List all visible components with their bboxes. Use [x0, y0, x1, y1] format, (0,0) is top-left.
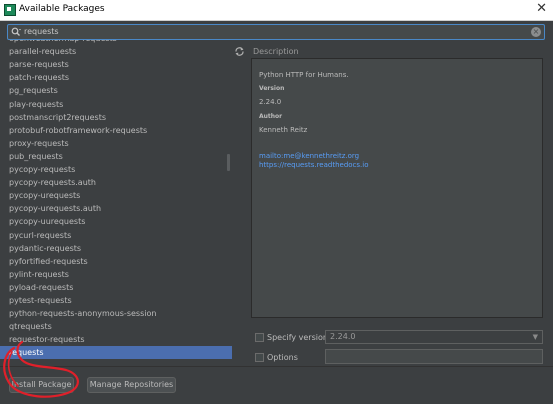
package-list-item[interactable]: parallel-requests [0, 45, 232, 58]
refresh-icon[interactable] [234, 46, 245, 57]
package-list-item[interactable]: pycopy-requests.auth [0, 176, 232, 189]
description-panel: Python HTTP for Humans. Version 2.24.0 A… [251, 58, 543, 318]
description-label: Description [253, 47, 299, 56]
package-list-item[interactable]: postmanscript2requests [0, 111, 232, 124]
package-list-item[interactable]: pycurl-requests [0, 229, 232, 242]
close-icon[interactable]: ✕ [536, 2, 547, 16]
package-list-item[interactable]: pycopy-uurequests [0, 215, 232, 228]
version-heading: Version [259, 85, 285, 92]
package-list-item[interactable]: pycopy-urequests.auth [0, 202, 232, 215]
package-list-item[interactable]: pycopy-requests [0, 163, 232, 176]
package-list-item[interactable]: play-requests [0, 98, 232, 111]
package-list-item[interactable]: pycopy-urequests [0, 189, 232, 202]
chevron-down-icon: ▼ [532, 333, 538, 341]
manage-repositories-button[interactable]: Manage Repositories [87, 377, 176, 393]
title-bar: Available Packages ✕ [0, 0, 553, 21]
package-list-item[interactable]: pyfortified-requests [0, 255, 232, 268]
version-select-value: 2.24.0 [330, 332, 356, 341]
specify-version-label: Specify version [267, 333, 328, 342]
package-list-item[interactable]: patch-requests [0, 71, 232, 84]
install-package-button[interactable]: Install Package [9, 377, 74, 393]
package-list-item[interactable]: qtrequests [0, 320, 232, 333]
package-list-item[interactable]: pytest-requests [0, 294, 232, 307]
package-list-item[interactable]: python-requests-anonymous-session [0, 307, 232, 320]
search-field[interactable]: × [7, 24, 545, 40]
package-list-item[interactable]: protobuf-robotframework-requests [0, 124, 232, 137]
package-list-item[interactable]: pydantic-requests [0, 242, 232, 255]
list-scrollbar-thumb[interactable] [227, 154, 230, 171]
window-title: Available Packages [19, 4, 105, 14]
options-checkbox[interactable] [255, 353, 264, 362]
package-list-item[interactable]: requestor-requests [0, 333, 232, 346]
version-select[interactable]: 2.24.0 ▼ [325, 330, 543, 344]
package-version: 2.24.0 [259, 98, 282, 106]
package-list[interactable]: openweathermap-requestsparallel-requests… [0, 40, 232, 366]
package-summary: Python HTTP for Humans. [259, 71, 349, 79]
package-list-item[interactable]: requests [0, 346, 232, 360]
package-list-item[interactable]: pylint-requests [0, 268, 232, 281]
package-list-item[interactable]: pub_requests [0, 150, 232, 163]
options-input[interactable] [325, 349, 543, 364]
author-email-link[interactable]: mailto:me@kennethreitz.org [259, 152, 359, 160]
app-icon [4, 4, 16, 16]
button-bar: Install Package Manage Repositories [0, 366, 553, 404]
search-icon [11, 27, 21, 36]
specify-version-checkbox[interactable] [255, 333, 264, 342]
package-list-item[interactable]: pyload-requests [0, 281, 232, 294]
package-author: Kenneth Reitz [259, 126, 308, 134]
homepage-link[interactable]: https://requests.readthedocs.io [259, 161, 369, 169]
search-input[interactable] [24, 25, 524, 39]
clear-search-icon[interactable]: × [531, 27, 541, 37]
package-list-item[interactable]: parse-requests [0, 58, 232, 71]
author-heading: Author [259, 113, 283, 120]
options-label: Options [267, 353, 298, 362]
package-list-item[interactable]: pg_requests [0, 84, 232, 97]
package-list-item[interactable]: proxy-requests [0, 137, 232, 150]
